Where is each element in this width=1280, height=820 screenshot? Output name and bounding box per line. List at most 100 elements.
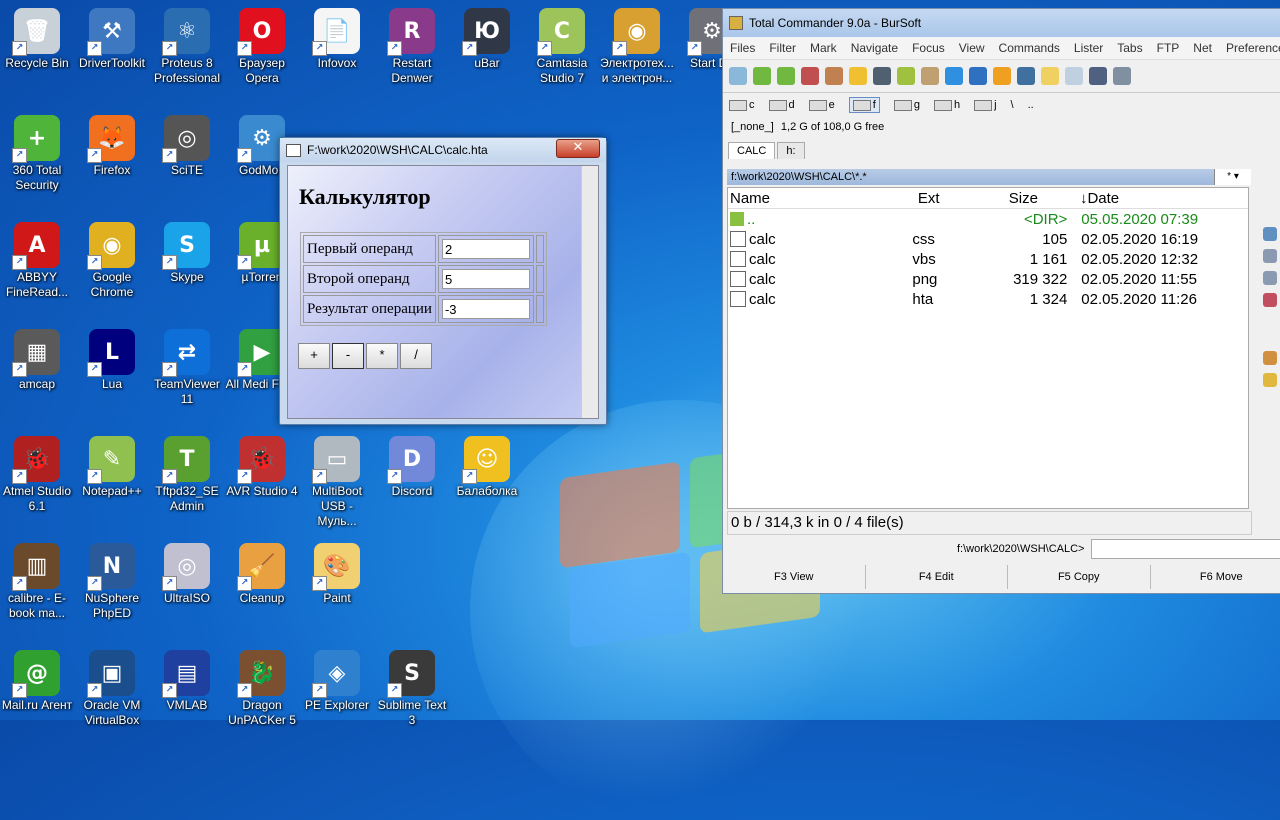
f3-view-button[interactable]: F3 View [723, 565, 866, 589]
first-operand-input[interactable] [442, 239, 530, 259]
drive-button[interactable]: h [934, 99, 960, 111]
desktop-icon[interactable]: ◎↗UltraISO [150, 543, 224, 606]
unpack-icon[interactable] [825, 67, 843, 85]
file-row[interactable]: ..<DIR>05.05.2020 07:39 [728, 209, 1248, 229]
drive-button[interactable]: \ [1011, 99, 1014, 111]
f6-move-button[interactable]: F6 Move [1151, 565, 1280, 589]
desktop-icon[interactable]: ▦↗amcap [0, 329, 74, 392]
view-icon[interactable] [1263, 249, 1277, 263]
back-icon[interactable] [753, 67, 771, 85]
calculator-window[interactable]: F:\work\2020\WSH\CALC\calc.hta ✕ Калькул… [279, 137, 607, 425]
tc-titlebar[interactable]: Total Commander 9.0a - BurSoft [723, 9, 1280, 37]
refresh-icon[interactable] [729, 67, 747, 85]
warning-icon[interactable] [993, 67, 1011, 85]
menu-item[interactable]: Lister [1067, 41, 1110, 55]
close-button[interactable]: ✕ [556, 139, 600, 158]
drive-button[interactable]: .. [1028, 99, 1034, 111]
f5-copy-button[interactable]: F5 Copy [1008, 565, 1151, 589]
menu-item[interactable]: Focus [905, 41, 952, 55]
file-row[interactable]: calchta1 32402.05.2020 11:26 [728, 289, 1248, 309]
vertical-scrollbar[interactable] [581, 166, 598, 418]
desktop-icon[interactable]: O↗Браузер Opera [225, 8, 299, 86]
menu-item[interactable]: FTP [1150, 41, 1187, 55]
menu-item[interactable]: View [952, 41, 992, 55]
desktop-icon[interactable]: ✎↗Notepad++ [75, 436, 149, 499]
menu-item[interactable]: Net [1186, 41, 1219, 55]
subtract-button[interactable]: - [332, 343, 364, 369]
total-commander-window[interactable]: Total Commander 9.0a - BurSoft FilesFilt… [722, 8, 1280, 594]
menu-item[interactable]: Navigate [844, 41, 905, 55]
pack-icon[interactable] [801, 67, 819, 85]
desktop-icon[interactable]: N↗NuSphere PhpED [75, 543, 149, 621]
desktop-icon[interactable]: L↗Lua [75, 329, 149, 392]
divide-button[interactable]: / [400, 343, 432, 369]
desktop-icon[interactable]: R↗Restart Denwer [375, 8, 449, 86]
desktop-icon[interactable]: ⇄↗TeamViewer 11 [150, 329, 224, 407]
desktop-icon[interactable]: ⚒↗DriverToolkit [75, 8, 149, 71]
desktop-icon[interactable]: ▭↗MultiBoot USB - Муль... [300, 436, 374, 529]
col-size-header[interactable]: Size [1007, 190, 1076, 207]
multiply-button[interactable]: * [366, 343, 398, 369]
desktop-icon[interactable]: ▣↗Oracle VM VirtualBox [75, 650, 149, 728]
new-folder-icon[interactable] [1263, 373, 1277, 387]
drive-combo[interactable]: [_none_] [731, 121, 774, 133]
desktop-icon[interactable]: S↗Skype [150, 222, 224, 285]
forward-icon[interactable] [777, 67, 795, 85]
command-input[interactable] [1091, 539, 1280, 559]
desktop-icon[interactable]: ☺↗Балаболка [450, 436, 524, 499]
list-icon[interactable] [1263, 271, 1277, 285]
tree-icon[interactable] [1263, 351, 1277, 365]
file-row[interactable]: calccss10502.05.2020 16:19 [728, 229, 1248, 249]
desktop-icon[interactable]: D↗Discord [375, 436, 449, 499]
desktop-icon[interactable]: 🐞↗AVR Studio 4 [225, 436, 299, 499]
drive-button[interactable]: j [974, 99, 996, 111]
menu-item[interactable]: Filter [762, 41, 803, 55]
file-row[interactable]: calcpng319 32202.05.2020 11:55 [728, 269, 1248, 289]
menu-item[interactable]: Tabs [1110, 41, 1149, 55]
menu-item[interactable]: Preferences [1219, 41, 1280, 55]
drive-button[interactable]: f [849, 97, 880, 113]
search-icon[interactable] [1263, 227, 1277, 241]
desktop-icon[interactable]: ◉↗Google Chrome [75, 222, 149, 300]
desktop-icon[interactable]: 🦊↗Firefox [75, 115, 149, 178]
compare-icon[interactable] [897, 67, 915, 85]
desktop-icon[interactable]: S↗Sublime Text 3 [375, 650, 449, 728]
desktop-icon[interactable]: 🎨↗Paint [300, 543, 374, 606]
f4-edit-button[interactable]: F4 Edit [866, 565, 1009, 589]
desktop-icon[interactable]: ◉↗Электротех... и электрон... [600, 8, 674, 86]
menu-item[interactable]: Files [723, 41, 762, 55]
col-ext-header[interactable]: Ext [916, 190, 1007, 207]
network-icon[interactable] [969, 67, 987, 85]
desktop-icon[interactable]: T↗Tftpd32_SE Admin [150, 436, 224, 514]
desktop-icon[interactable]: 🧹↗Cleanup [225, 543, 299, 606]
filter-button[interactable]: * ▾ [1214, 169, 1251, 185]
edit-pen-icon[interactable] [873, 67, 891, 85]
col-name-header[interactable]: Name [728, 190, 916, 207]
menu-item[interactable]: Commands [992, 41, 1067, 55]
desktop-icon[interactable]: ◎↗SciTE [150, 115, 224, 178]
favorites-star-icon[interactable] [849, 67, 867, 85]
tab-calc[interactable]: CALC [728, 142, 775, 159]
desktop-icon[interactable]: ▥↗calibre - E-book ma... [0, 543, 74, 621]
desktop-icon[interactable]: +↗360 Total Security [0, 115, 74, 193]
ie-icon[interactable] [945, 67, 963, 85]
search-icon[interactable] [1017, 67, 1035, 85]
menu-item[interactable]: Mark [803, 41, 844, 55]
tab-h[interactable]: h: [777, 142, 804, 159]
desktop-icon[interactable]: 🐞↗Atmel Studio 6.1 [0, 436, 74, 514]
desktop-icon[interactable]: 🐉↗Dragon UnPACKer 5 [225, 650, 299, 728]
desktop-icon[interactable]: ◈↗PE Explorer [300, 650, 374, 713]
settings-icon[interactable] [1113, 67, 1131, 85]
desktop-icon[interactable]: Ю↗uBar [450, 8, 524, 71]
clipboard-icon[interactable] [921, 67, 939, 85]
panel-path-bar[interactable]: f:\work\2020\WSH\CALC\*.* * ▾ [727, 169, 1251, 185]
desktop-icon[interactable]: A↗ABBYY FineRead... [0, 222, 74, 300]
result-input[interactable] [442, 299, 530, 319]
col-date-header[interactable]: ↓Date [1076, 190, 1248, 207]
drive-button[interactable]: e [809, 99, 835, 111]
file-panel[interactable]: Name Ext Size ↓Date ..<DIR>05.05.2020 07… [727, 187, 1249, 509]
drive-button[interactable]: d [769, 99, 795, 111]
file-row[interactable]: calcvbs1 16102.05.2020 12:32 [728, 249, 1248, 269]
desktop-icon[interactable]: 🗑↗Recycle Bin [0, 8, 74, 71]
desktop-icon[interactable]: ▤↗VMLAB [150, 650, 224, 713]
